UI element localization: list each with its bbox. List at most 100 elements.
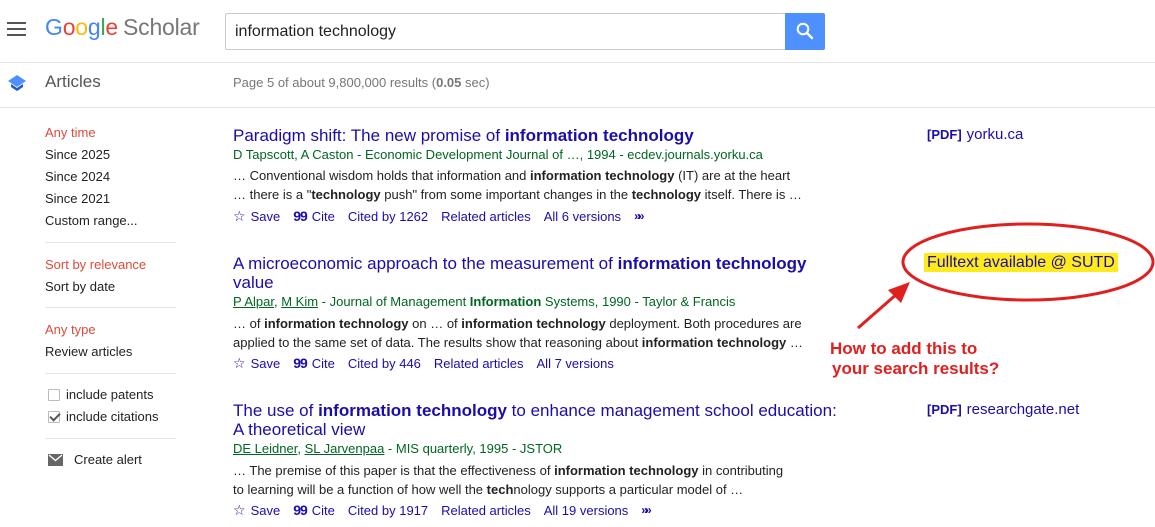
sidebar-divider bbox=[45, 307, 176, 308]
snippet-text: push" from some important changes in the bbox=[380, 187, 632, 202]
save-label: Save bbox=[250, 208, 281, 224]
filter-review-articles[interactable]: Review articles bbox=[45, 344, 132, 359]
star-icon: ☆ bbox=[233, 354, 246, 371]
result-snippet: … Conventional wisdom holds that informa… bbox=[233, 166, 813, 204]
result-title-bold: information technology bbox=[504, 126, 694, 145]
pdf-link[interactable]: [PDF] yorku.ca bbox=[927, 126, 1023, 143]
result-title[interactable]: The use of information technology to enh… bbox=[233, 401, 843, 439]
sort-by-date[interactable]: Sort by date bbox=[45, 279, 115, 294]
result-title-text: to enhance management school education: bbox=[506, 401, 837, 420]
fulltext-link[interactable]: Fulltext available @ SUTD bbox=[924, 253, 1118, 272]
sidebar-divider bbox=[45, 438, 176, 439]
related-articles-link[interactable]: Related articles bbox=[441, 503, 531, 518]
snippet-text: (IT) are at the heart bbox=[674, 168, 791, 183]
filter-since-2024[interactable]: Since 2024 bbox=[45, 169, 110, 184]
more-chevron-icon[interactable]: »» bbox=[634, 209, 645, 223]
create-alert-link[interactable]: Create alert bbox=[74, 452, 142, 467]
filter-any-time[interactable]: Any time bbox=[45, 125, 96, 140]
cite-label: Cite bbox=[311, 208, 335, 224]
annotation-arrowhead bbox=[888, 282, 910, 303]
cite-button[interactable]: 99 Cite bbox=[293, 502, 335, 518]
all-versions-link[interactable]: All 6 versions bbox=[544, 209, 621, 224]
quote-icon: 99 bbox=[293, 502, 308, 518]
result-title-bold: information technology bbox=[318, 401, 507, 420]
annotation-line: How to add this to bbox=[830, 339, 978, 358]
save-label: Save bbox=[250, 355, 281, 371]
snippet-text: … Conventional wisdom holds that informa… bbox=[233, 168, 530, 183]
pdf-link[interactable]: [PDF] researchgate.net bbox=[927, 401, 1079, 418]
annotation-line: your search results? bbox=[832, 359, 1000, 378]
more-chevron-icon[interactable]: »» bbox=[641, 503, 652, 517]
snippet-text: … of bbox=[233, 316, 265, 331]
result-title-text: A microeconomic approach to the measurem… bbox=[233, 254, 618, 273]
snippet-text: on … of bbox=[408, 316, 462, 331]
include-citations-checkbox[interactable] bbox=[48, 411, 60, 423]
pdf-domain: yorku.ca bbox=[966, 126, 1024, 143]
pdf-tag: [PDF] bbox=[927, 127, 962, 142]
all-versions-link[interactable]: All 7 versions bbox=[537, 356, 614, 371]
filter-since-2021[interactable]: Since 2021 bbox=[45, 191, 110, 206]
result-actions: ☆ Save 99 Cite Cited by 446 Related articl… bbox=[233, 355, 627, 371]
author-link[interactable]: SL Jarvenpaa bbox=[305, 441, 385, 456]
articles-icon bbox=[8, 75, 26, 91]
meta-separator: , bbox=[297, 441, 305, 456]
save-button[interactable]: ☆ Save bbox=[233, 209, 280, 224]
section-title: Articles bbox=[45, 72, 101, 91]
snippet-bold: information technology bbox=[264, 316, 409, 331]
related-articles-link[interactable]: Related articles bbox=[434, 356, 524, 371]
cite-label: Cite bbox=[311, 355, 335, 371]
logo-letter: e bbox=[105, 14, 118, 40]
snippet-text: … there is a " bbox=[233, 187, 312, 202]
result-title-bold: information technology bbox=[617, 254, 807, 273]
snippet-text: to learning will be a function of how we… bbox=[233, 482, 487, 497]
cited-by-link[interactable]: Cited by 446 bbox=[348, 356, 421, 371]
snippet-text: deployment. Both procedures are bbox=[605, 316, 802, 331]
snippet-bold: technology bbox=[311, 187, 381, 202]
cited-by-link[interactable]: Cited by 1262 bbox=[348, 209, 428, 224]
snippet-text: … bbox=[786, 335, 803, 350]
search-button[interactable] bbox=[785, 13, 825, 50]
logo-product: Scholar bbox=[123, 14, 200, 40]
include-citations-label[interactable]: include citations bbox=[66, 409, 159, 424]
cite-button[interactable]: 99 Cite bbox=[293, 355, 335, 371]
result-title[interactable]: Paradigm shift: The new promise of infor… bbox=[233, 126, 843, 145]
result-actions: ☆ Save 99 Cite Cited by 1262 Related artic… bbox=[233, 208, 654, 224]
pdf-domain: researchgate.net bbox=[966, 401, 1080, 418]
logo-letter: G bbox=[45, 14, 63, 40]
header: Google Scholar bbox=[0, 0, 1155, 64]
author-link[interactable]: DE Leidner bbox=[233, 441, 297, 456]
save-button[interactable]: ☆ Save bbox=[233, 503, 280, 518]
result-meta: D Tapscott, A Caston - Economic Developm… bbox=[233, 147, 763, 162]
snippet-bold: tech bbox=[486, 482, 514, 497]
result-snippet: … The premise of this paper is that the … bbox=[233, 461, 813, 499]
filter-custom-range[interactable]: Custom range... bbox=[45, 213, 138, 228]
include-patents-checkbox[interactable] bbox=[48, 389, 60, 401]
star-icon: ☆ bbox=[233, 207, 246, 224]
author-link[interactable]: M Kim bbox=[281, 294, 318, 309]
results-count-suffix: sec) bbox=[461, 75, 490, 90]
annotation-text: How to add this to your search results? bbox=[830, 339, 999, 379]
meta-text: - Journal of Management bbox=[318, 294, 470, 309]
mail-icon bbox=[48, 454, 63, 466]
search-input[interactable] bbox=[226, 14, 786, 49]
subheader-divider bbox=[0, 107, 1155, 108]
all-versions-link[interactable]: All 19 versions bbox=[544, 503, 629, 518]
cite-button[interactable]: 99 Cite bbox=[293, 208, 335, 224]
related-articles-link[interactable]: Related articles bbox=[441, 209, 531, 224]
quote-icon: 99 bbox=[293, 208, 308, 224]
google-scholar-logo[interactable]: Google Scholar bbox=[45, 14, 200, 41]
cited-by-link[interactable]: Cited by 1917 bbox=[348, 503, 428, 518]
result-actions: ☆ Save 99 Cite Cited by 1917 Related artic… bbox=[233, 502, 662, 518]
menu-icon[interactable] bbox=[7, 22, 26, 36]
cite-label: Cite bbox=[311, 502, 335, 518]
filter-since-2025[interactable]: Since 2025 bbox=[45, 147, 110, 162]
result-title-text: A theoretical view bbox=[233, 420, 366, 439]
author-link[interactable]: P Alpar bbox=[233, 294, 274, 309]
save-button[interactable]: ☆ Save bbox=[233, 356, 280, 371]
search-icon bbox=[796, 22, 814, 40]
result-title[interactable]: A microeconomic approach to the measurem… bbox=[233, 254, 843, 292]
sort-by-relevance[interactable]: Sort by relevance bbox=[45, 257, 146, 272]
include-patents-label[interactable]: include patents bbox=[66, 387, 153, 402]
filter-any-type[interactable]: Any type bbox=[45, 322, 96, 337]
logo-letter: o bbox=[75, 14, 88, 40]
